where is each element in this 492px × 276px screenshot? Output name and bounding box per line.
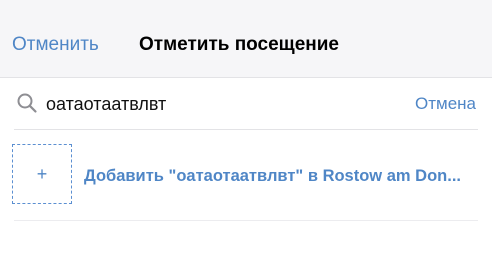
page-title: Отметить посещение bbox=[139, 34, 339, 55]
plus-icon: + bbox=[36, 164, 48, 184]
cancel-button[interactable]: Отменить bbox=[12, 34, 99, 56]
check-in-screen: Отменить Отметить посещение Отмена + Доб… bbox=[0, 0, 492, 276]
search-cancel-button[interactable]: Отмена bbox=[415, 94, 476, 114]
list-divider bbox=[14, 220, 478, 221]
add-place-label: Добавить "оатаотаатвлвт" в Rostow am Don… bbox=[84, 167, 461, 185]
navigation-bar: Отменить Отметить посещение bbox=[0, 0, 492, 78]
search-input[interactable] bbox=[46, 92, 386, 116]
search-icon bbox=[16, 92, 38, 114]
add-place-thumbnail: + bbox=[12, 144, 72, 204]
search-bar: Отмена bbox=[0, 78, 492, 130]
add-place-item[interactable]: + Добавить "оатаотаатвлвт" в Rostow am D… bbox=[0, 130, 492, 220]
